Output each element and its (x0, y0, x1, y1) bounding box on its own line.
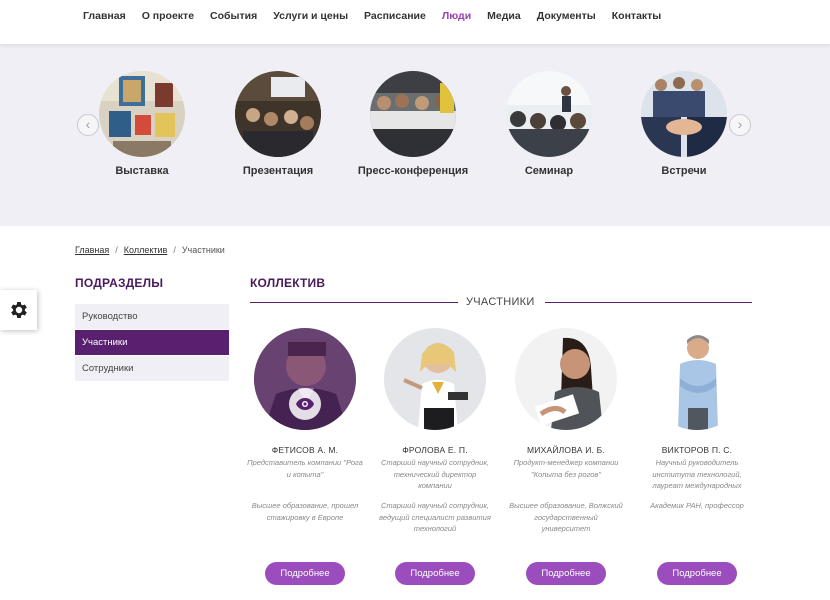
member-position: Научный руководитель института технологи… (652, 458, 742, 490)
member-name: ФЕТИСОВ А. М. (271, 445, 339, 455)
nav-item-home[interactable]: Главная (83, 10, 126, 22)
event-label-seminar: Семинар (524, 165, 574, 177)
divider-right (545, 302, 752, 303)
more-button[interactable]: Подробнее (526, 562, 606, 585)
breadcrumb-team-link[interactable]: Коллектив (124, 245, 168, 255)
sidebar-item-participants[interactable]: Участники (75, 330, 229, 356)
page-title: КОЛЛЕКТИВ (250, 276, 326, 290)
event-card-press-conference[interactable]: Пресс-конференция (358, 71, 468, 179)
member-card: ВИКТОРОВ П. С. Научный руководитель инст… (632, 328, 762, 585)
top-navigation: Главная О проекте События Услуги и цены … (0, 0, 830, 44)
carousel-next-button[interactable]: › (729, 114, 751, 136)
nav-item-schedule[interactable]: Расписание (364, 10, 426, 22)
section-subtitle: УЧАСТНИКИ (466, 296, 535, 308)
event-image-press-conference[interactable] (370, 71, 456, 157)
chevron-right-icon: › (737, 116, 743, 132)
breadcrumb-separator: / (115, 245, 118, 255)
member-photo[interactable] (515, 328, 617, 430)
eye-icon (296, 398, 314, 410)
sidebar-item-management[interactable]: Руководство (75, 304, 229, 330)
event-image-meetings[interactable] (641, 71, 727, 157)
member-position: Старший научный сотрудник, технический д… (381, 458, 489, 490)
nav-item-contacts[interactable]: Контакты (612, 10, 662, 22)
breadcrumb-separator: / (173, 245, 176, 255)
breadcrumb-home-link[interactable]: Главная (75, 245, 109, 255)
member-card: ФРОЛОВА Е. П. Старший научный сотрудник,… (370, 328, 500, 585)
more-button[interactable]: Подробнее (265, 562, 345, 585)
nav-item-about[interactable]: О проекте (142, 10, 194, 22)
more-button[interactable]: Подробнее (395, 562, 475, 585)
nav-item-services[interactable]: Услуги и цены (273, 10, 348, 22)
member-name: МИХАЙЛОВА И. Б. (526, 445, 606, 455)
event-label-presentation: Презентация (242, 165, 314, 177)
sidebar-menu: Руководство Участники Сотрудники (75, 304, 229, 382)
chevron-left-icon: ‹ (85, 116, 91, 132)
member-name: ФРОЛОВА Е. П. (402, 445, 468, 455)
event-card-exhibition[interactable]: Выставка (99, 71, 185, 179)
nav-menu: Главная О проекте События Услуги и цены … (83, 10, 677, 22)
view-button[interactable] (289, 388, 321, 420)
divider-left (250, 302, 458, 303)
event-card-seminar[interactable]: Семинар (506, 71, 592, 179)
event-image-presentation[interactable] (235, 71, 321, 157)
event-label-press-conference: Пресс-конференция (357, 165, 469, 177)
member-photo[interactable] (646, 328, 748, 430)
event-card-meetings[interactable]: Встречи (641, 71, 727, 179)
member-education: Академик РАН, профессор (650, 501, 744, 510)
carousel-prev-button[interactable]: ‹ (77, 114, 99, 136)
member-education: Старший научный сотрудник, ведущий специ… (379, 501, 491, 533)
member-photo[interactable] (254, 328, 356, 430)
member-position: Продукт-менеджер компании "Копыта без ро… (513, 458, 619, 479)
member-education: Высшее образование, Волжский государстве… (509, 501, 623, 533)
gear-icon (10, 302, 27, 318)
nav-item-events[interactable]: События (210, 10, 257, 22)
sidebar-title: ПОДРАЗДЕЛЫ (75, 276, 164, 290)
more-button[interactable]: Подробнее (657, 562, 737, 585)
event-label-meetings: Встречи (661, 165, 707, 177)
nav-item-people[interactable]: Люди (442, 10, 471, 22)
member-photo[interactable] (384, 328, 486, 430)
member-position: Представитель компании "Рога и копыта" (247, 458, 363, 479)
nav-item-media[interactable]: Медиа (487, 10, 521, 22)
member-education: Высшее образование, прошел стажировку в … (251, 501, 359, 522)
breadcrumb-current: Участники (181, 245, 225, 255)
event-image-exhibition[interactable] (99, 71, 185, 157)
sidebar-item-staff[interactable]: Сотрудники (75, 356, 229, 382)
event-card-presentation[interactable]: Презентация (235, 71, 321, 179)
nav-item-documents[interactable]: Документы (537, 10, 596, 22)
member-card: ФЕТИСОВ А. М. Представитель компании "Ро… (240, 328, 370, 585)
event-image-seminar[interactable] (506, 71, 592, 157)
settings-button[interactable] (0, 290, 37, 330)
member-name: ВИКТОРОВ П. С. (661, 445, 733, 455)
member-card: МИХАЙЛОВА И. Б. Продукт-менеджер компани… (501, 328, 631, 585)
event-label-exhibition: Выставка (115, 165, 169, 177)
breadcrumb: Главная / Коллектив / Участники (75, 245, 225, 255)
